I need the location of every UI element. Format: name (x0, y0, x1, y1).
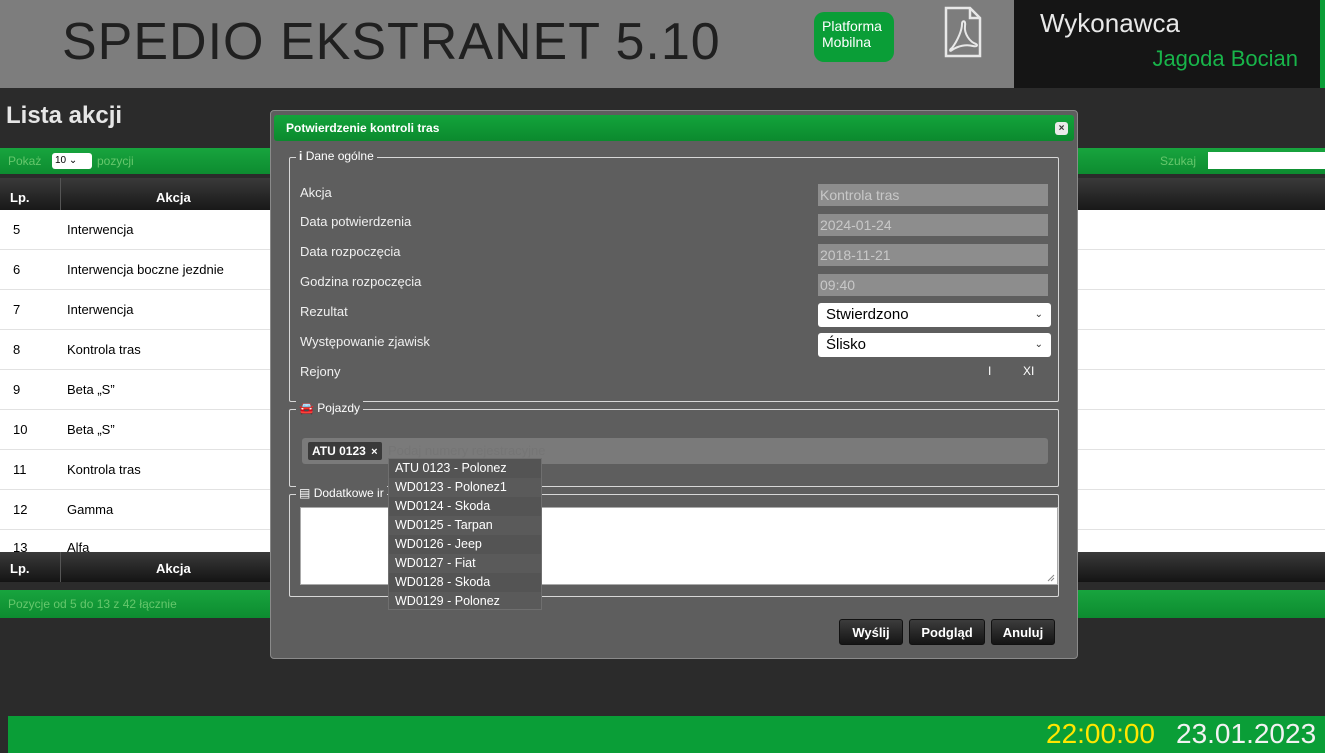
car-icon: 🚘 (299, 401, 314, 415)
vehicle-option[interactable]: WD0129 - Polonez (389, 592, 541, 611)
column-header-lp[interactable]: Lp. (10, 190, 30, 205)
info-icon: i (299, 149, 303, 163)
extra-info-legend-label: Dodatkowe ir (313, 486, 384, 500)
action-field: Kontrola tras (818, 184, 1048, 206)
cancel-button[interactable]: Anuluj (991, 619, 1055, 645)
mobile-platform-label-line1: Platforma (822, 18, 882, 34)
vehicle-option[interactable]: WD0123 - Polonez1 (389, 478, 541, 497)
send-button[interactable]: Wyślij (839, 619, 903, 645)
vehicle-search-input[interactable] (388, 443, 588, 458)
vehicle-option[interactable]: WD0128 - Skoda (389, 573, 541, 592)
vehicle-option[interactable]: ATU 0123 - Polonez (389, 459, 541, 478)
page-size-value: 10 (55, 155, 67, 166)
mobile-platform-label-line2: Mobilna (822, 34, 872, 50)
region-item[interactable]: I (988, 364, 991, 378)
vehicle-option[interactable]: WD0127 - Fiat (389, 554, 541, 573)
mobile-platform-button[interactable]: Platforma Mobilna (814, 12, 894, 62)
extra-info-legend: ▤ Dodatkowe ir (296, 486, 387, 500)
row-action: Interwencja (67, 222, 134, 237)
executor-title: Wykonawca (1040, 8, 1180, 38)
confirm-date-label: Data potwierdzenia (300, 214, 412, 229)
executor-panel: Wykonawca Jagoda Bocian (1014, 0, 1325, 88)
column-divider (60, 552, 61, 582)
result-select[interactable]: Stwierdzono ⌄ (818, 303, 1051, 327)
row-action: Beta „S” (67, 382, 115, 397)
status-bar: 22:00:00 23.01.2023 (8, 716, 1325, 753)
dialog-title-bar[interactable]: Potwierdzenie kontroli tras × (274, 115, 1074, 141)
vehicle-tag[interactable]: ATU 0123 × (308, 442, 382, 460)
row-lp: 7 (13, 302, 21, 317)
region-item[interactable]: XI (1023, 364, 1034, 378)
app-title: SPEDIO EKSTRANET 5.10 (62, 13, 721, 71)
chevron-down-icon: ⌄ (68, 155, 78, 166)
confirm-date-field: 2024-01-24 (818, 214, 1048, 236)
row-lp: 5 (13, 222, 21, 237)
start-date-field: 2018-11-21 (818, 244, 1048, 266)
dialog-title: Potwierdzenie kontroli tras (286, 121, 440, 135)
clock-time: 22:00:00 (1046, 718, 1155, 749)
vehicle-suggestions-dropdown: ATU 0123 - Polonez WD0123 - Polonez1 WD0… (388, 458, 542, 610)
general-data-legend-label: Dane ogólne (305, 149, 374, 163)
column-footer-lp[interactable]: Lp. (10, 561, 30, 576)
vehicle-option[interactable]: WD0126 - Jeep (389, 535, 541, 554)
row-action: Kontrola tras (67, 342, 141, 357)
row-lp: 11 (13, 462, 27, 477)
row-action: Alfa (67, 540, 90, 552)
general-data-fieldset: i Dane ogólne Akcja Kontrola tras Data p… (289, 149, 1059, 402)
row-action: Kontrola tras (67, 462, 141, 477)
vehicle-option[interactable]: WD0125 - Tarpan (389, 516, 541, 535)
show-label-suffix: pozycji (97, 154, 134, 168)
result-select-value: Stwierdzono (826, 306, 909, 323)
row-lp: 9 (13, 382, 21, 397)
row-action: Beta „S” (67, 422, 115, 437)
close-icon[interactable]: × (1055, 122, 1068, 135)
phenomena-select-value: Ślisko (826, 336, 867, 353)
preview-button[interactable]: Podgląd (909, 619, 985, 645)
vehicles-legend-label: Pojazdy (317, 401, 360, 415)
phenomena-label: Występowanie zjawisk (300, 334, 430, 349)
row-action: Interwencja (67, 302, 134, 317)
remove-tag-icon[interactable]: × (371, 446, 377, 458)
start-time-field: 09:40 (818, 274, 1048, 296)
search-input[interactable] (1208, 152, 1325, 169)
general-data-legend: i Dane ogólne (296, 149, 377, 163)
row-action: Interwencja boczne jezdnie (67, 262, 224, 277)
vehicle-option[interactable]: WD0124 - Skoda (389, 497, 541, 516)
column-divider (60, 178, 61, 214)
row-lp: 13 (13, 540, 28, 552)
phenomena-select[interactable]: Ślisko ⌄ (818, 333, 1051, 357)
pagination-info: Pozycje od 5 do 13 z 42 łącznie (8, 597, 177, 611)
row-lp: 6 (13, 262, 21, 277)
chevron-down-icon: ⌄ (1034, 309, 1043, 320)
search-label: Szukaj (1160, 154, 1197, 168)
app-header: SPEDIO EKSTRANET 5.10 Platforma Mobilna … (0, 0, 1325, 88)
regions-label: Rejony (300, 364, 341, 379)
chevron-down-icon: ⌄ (1034, 339, 1043, 350)
resize-handle-icon[interactable] (1045, 572, 1055, 582)
row-lp: 12 (13, 502, 28, 517)
pdf-icon[interactable] (944, 6, 982, 58)
column-footer-action[interactable]: Akcja (156, 561, 191, 576)
start-date-label: Data rozpoczęcia (300, 244, 401, 259)
column-header-action[interactable]: Akcja (156, 190, 191, 205)
page-size-select[interactable]: 10 ⌄ (52, 153, 92, 169)
page-title: Lista akcji (6, 102, 123, 129)
clock-date: 23.01.2023 (1176, 718, 1317, 749)
result-label: Rezultat (300, 304, 348, 319)
executor-name[interactable]: Jagoda Bocian (1152, 46, 1298, 72)
document-icon: ▤ (299, 486, 311, 500)
row-lp: 8 (13, 342, 21, 357)
vehicles-legend: 🚘 Pojazdy (296, 401, 363, 415)
row-lp: 10 (13, 422, 28, 437)
row-action: Gamma (67, 502, 114, 517)
show-label: Pokaż (8, 154, 42, 168)
vehicle-tag-label: ATU 0123 (312, 444, 366, 458)
action-label: Akcja (300, 185, 332, 200)
start-time-label: Godzina rozpoczęcia (300, 274, 422, 289)
